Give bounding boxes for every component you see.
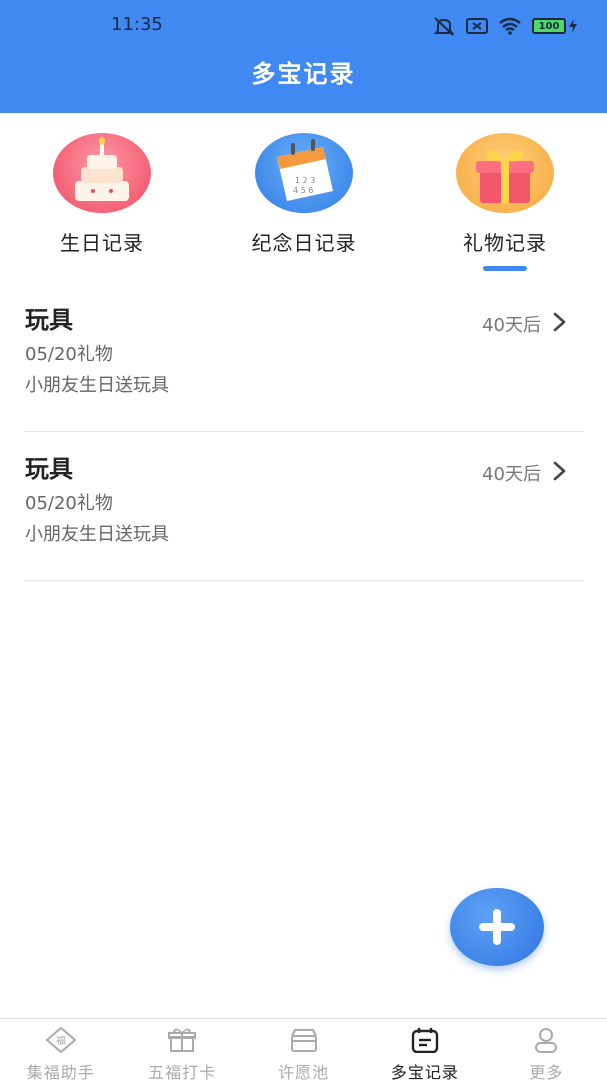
wifi-icon bbox=[499, 17, 521, 35]
tab-records[interactable]: 多宝记录 bbox=[364, 1019, 485, 1080]
gift-icon bbox=[168, 1028, 197, 1052]
category-birthday[interactable]: 生日记录 bbox=[22, 133, 182, 256]
tab-checkin[interactable]: 五福打卡 bbox=[121, 1019, 242, 1080]
bottom-tab-bar: 福 集福助手 五福打卡 许愿池 多宝记录 更多 bbox=[0, 1018, 607, 1080]
calendar-icon: 1 2 3 4 5 6 bbox=[255, 133, 353, 213]
svg-text:福: 福 bbox=[56, 1034, 66, 1047]
record-note: 小朋友生日送玩具 bbox=[25, 524, 169, 545]
category-label: 生日记录 bbox=[60, 231, 144, 255]
tab-label: 更多 bbox=[529, 1063, 564, 1080]
svg-text:4 5 6: 4 5 6 bbox=[293, 186, 313, 195]
category-anniversary[interactable]: 1 2 3 4 5 6 纪念日记录 bbox=[224, 133, 384, 256]
page-title: 多宝记录 bbox=[251, 60, 356, 88]
svg-text:1 2 3: 1 2 3 bbox=[295, 176, 315, 185]
record-countdown: 40天后 bbox=[482, 464, 541, 485]
category-label: 礼物记录 bbox=[463, 231, 547, 255]
plus-icon bbox=[479, 909, 515, 945]
tab-collect-fu[interactable]: 福 集福助手 bbox=[0, 1019, 121, 1080]
birthday-cake-icon bbox=[53, 133, 151, 213]
battery-indicator: 100 bbox=[532, 18, 577, 34]
record-date: 05/20礼物 bbox=[25, 344, 113, 365]
tab-label: 许愿池 bbox=[278, 1063, 330, 1080]
chevron-right-icon bbox=[553, 312, 566, 332]
list-item[interactable]: 玩具 05/20礼物 小朋友生日送玩具 40天后 bbox=[25, 432, 583, 581]
status-icons: 100 bbox=[432, 16, 577, 36]
add-record-button[interactable] bbox=[450, 888, 544, 966]
record-title: 玩具 bbox=[25, 306, 73, 334]
battery-level: 100 bbox=[532, 18, 566, 34]
tab-more[interactable]: 更多 bbox=[486, 1019, 607, 1080]
app-header: 11:35 100 多宝记录 bbox=[0, 0, 607, 113]
category-label: 纪念日记录 bbox=[251, 231, 357, 255]
wish-box-icon bbox=[290, 1029, 317, 1052]
mute-icon bbox=[433, 17, 455, 36]
record-icon bbox=[411, 1028, 439, 1054]
list-item[interactable]: 玩具 05/20礼物 小朋友生日送玩具 40天后 bbox=[25, 283, 583, 432]
tab-wishing-pool[interactable]: 许愿池 bbox=[243, 1019, 364, 1080]
no-sim-icon bbox=[466, 18, 488, 34]
record-note: 小朋友生日送玩具 bbox=[25, 375, 169, 396]
charging-icon bbox=[569, 19, 577, 33]
gift-box-icon bbox=[456, 133, 554, 213]
category-gift[interactable]: 礼物记录 bbox=[425, 133, 585, 271]
fu-diamond-icon: 福 bbox=[45, 1026, 77, 1054]
record-title: 玩具 bbox=[25, 455, 73, 483]
gift-record-list: 玩具 05/20礼物 小朋友生日送玩具 40天后 玩具 05/20礼物 小朋友生… bbox=[25, 283, 583, 581]
tab-label: 五福打卡 bbox=[148, 1063, 217, 1080]
user-icon bbox=[535, 1028, 558, 1053]
record-countdown: 40天后 bbox=[482, 315, 541, 336]
category-selector: 生日记录 1 2 3 4 5 6 纪念日记录 礼物记录 bbox=[0, 113, 607, 273]
record-date: 05/20礼物 bbox=[25, 493, 113, 514]
chevron-right-icon bbox=[553, 461, 566, 481]
status-time: 11:35 bbox=[111, 14, 163, 35]
selected-indicator bbox=[483, 266, 527, 271]
tab-label: 集福助手 bbox=[26, 1063, 95, 1080]
tab-label: 多宝记录 bbox=[390, 1063, 459, 1080]
